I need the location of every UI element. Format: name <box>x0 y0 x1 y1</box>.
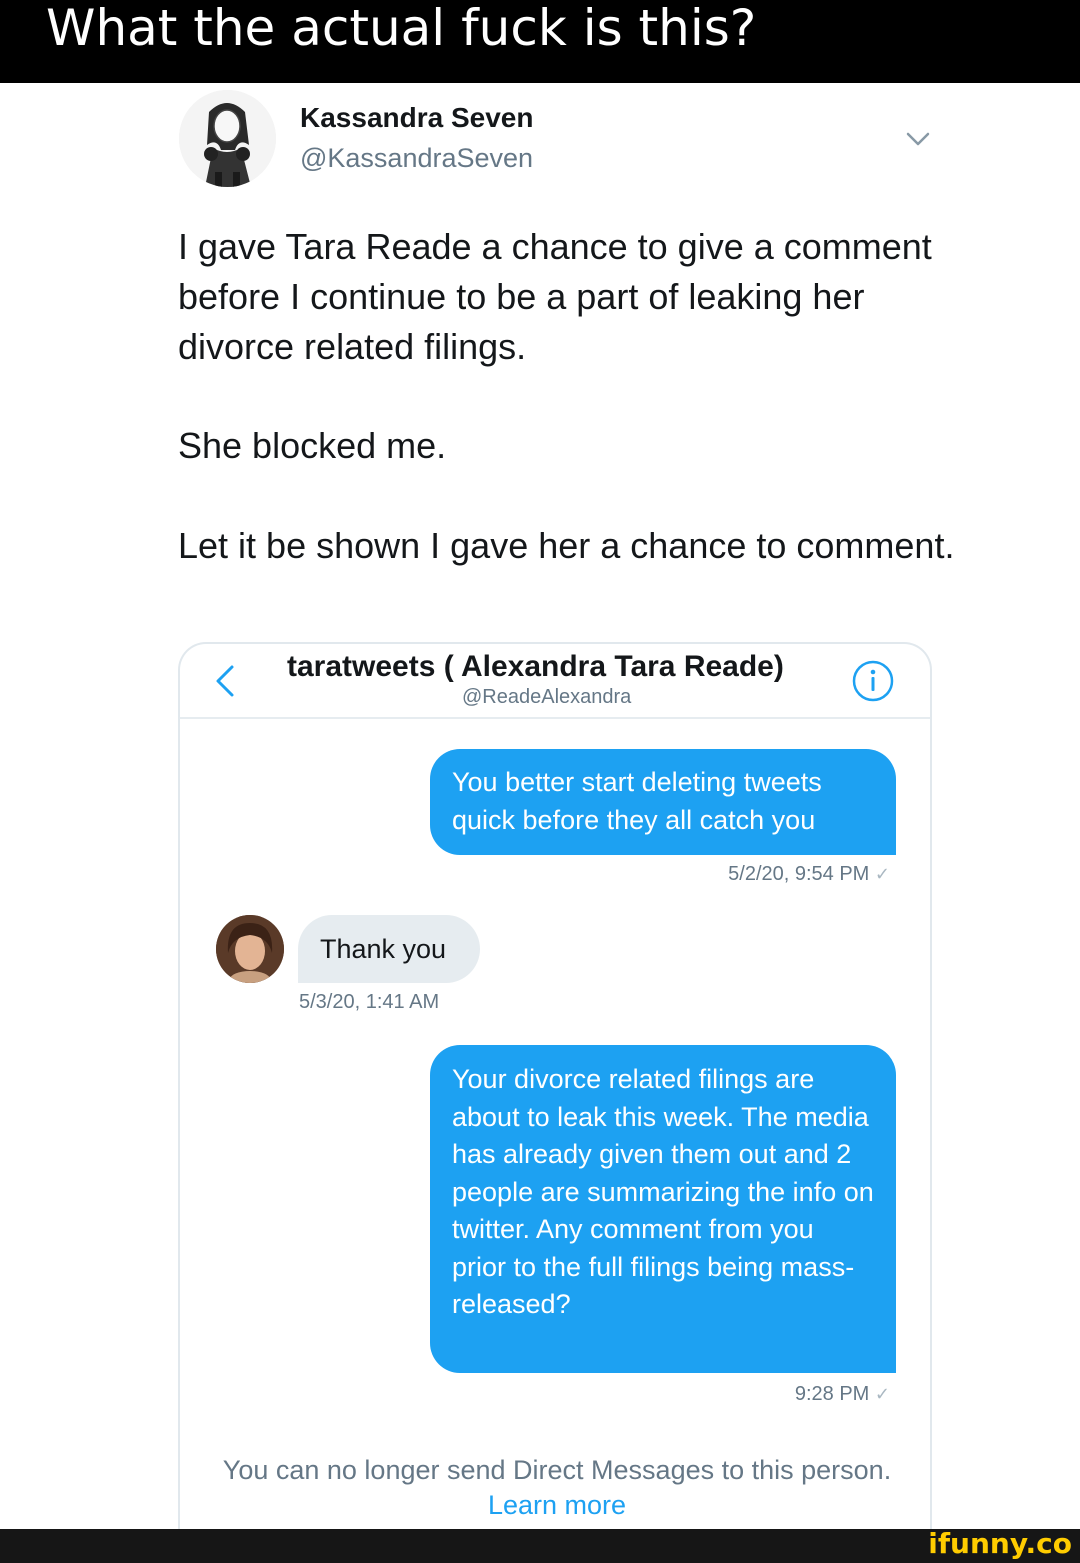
display-name[interactable]: Kassandra Seven <box>300 101 533 135</box>
header-divider <box>180 717 930 719</box>
conversation-handle: @ReadeAlexandra <box>462 686 632 708</box>
user-handle[interactable]: @KassandraSeven <box>300 141 533 175</box>
info-icon[interactable] <box>851 659 895 703</box>
dm-screenshot: taratweets ( Alexandra Tara Reade) @Read… <box>178 642 932 1542</box>
message-bubble-received[interactable]: Thank you <box>298 915 480 983</box>
tweet-paragraph: Let it be shown I gave her a chance to c… <box>178 525 955 566</box>
avatar[interactable] <box>179 90 276 187</box>
learn-more-link[interactable]: Learn more <box>488 1490 626 1520</box>
blocked-notice-text: You can no longer send Direct Messages t… <box>222 1455 892 1485</box>
tweet-paragraph: She blocked me. <box>178 425 447 466</box>
chevron-down-icon[interactable] <box>901 122 935 156</box>
message-timestamp: 5/2/20, 9:54 PM ✓ <box>728 861 890 887</box>
banner-title: What the actual fuck is this? <box>46 0 757 57</box>
bottom-bar: ifunny.co <box>0 1527 1080 1563</box>
timestamp-text: 5/2/20, 9:54 PM <box>728 863 870 885</box>
back-chevron-icon[interactable] <box>208 661 244 701</box>
contact-avatar[interactable] <box>216 915 284 983</box>
watermark-logo: ifunny.co <box>928 1527 1072 1560</box>
blocked-notice: You can no longer send Direct Messages t… <box>180 1453 934 1523</box>
message-timestamp: 5/3/20, 1:41 AM <box>299 991 440 1013</box>
message-bubble-sent[interactable]: You better start deleting tweets quick b… <box>430 749 896 855</box>
conversation-title[interactable]: taratweets ( Alexandra Tara Reade) <box>287 647 784 687</box>
tweet-paragraph: I gave Tara Reade a chance to give a com… <box>178 226 932 367</box>
message-bubble-sent[interactable]: Your divorce related filings are about t… <box>430 1045 896 1373</box>
top-banner: What the actual fuck is this? <box>0 0 1080 83</box>
timestamp-text: 9:28 PM <box>794 1383 870 1405</box>
check-icon: ✓ <box>874 1384 890 1404</box>
message-timestamp: 9:28 PM ✓ <box>795 1381 890 1407</box>
check-icon: ✓ <box>874 864 890 884</box>
